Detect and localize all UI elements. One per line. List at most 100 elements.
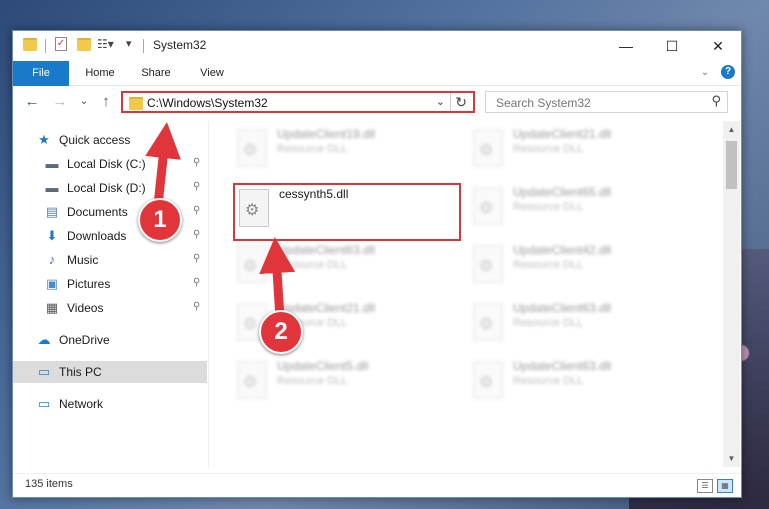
close-button[interactable]: ✕ [695, 31, 741, 61]
dll-file-icon [473, 303, 503, 341]
sidebar-item-music[interactable]: ♪ Music ⚲ [13, 249, 207, 271]
refresh-icon[interactable]: ↻ [455, 94, 467, 111]
file-type: Resource DLL [277, 143, 348, 155]
file-name: UpdateClient19.dll [277, 127, 376, 141]
back-button[interactable]: ← [23, 93, 41, 110]
document-icon: ▤ [45, 204, 59, 219]
recent-locations-button[interactable]: ⌄ [75, 94, 93, 107]
file-name: UpdateClient42.dll [513, 243, 612, 257]
pin-icon[interactable]: ⚲ [193, 253, 200, 264]
sidebar-item-label: Downloads [67, 229, 127, 243]
scroll-down-icon[interactable]: ▼ [723, 450, 740, 467]
vertical-scrollbar[interactable]: ▲ ▼ [723, 121, 740, 467]
file-type: Resource DLL [513, 201, 584, 213]
file-item[interactable]: UpdateClient63.dll Resource DLL [469, 357, 689, 407]
navigation-bar: ← → ⌄ ↑ C:\Windows\System32 ⌄ ↻ ⚲ [13, 86, 741, 118]
status-bar: 135 items ☰ ▦ [13, 473, 741, 498]
step-2-badge: 2 [259, 310, 303, 354]
cloud-icon: ☁ [37, 332, 51, 347]
sidebar-item-label: This PC [59, 365, 102, 379]
ribbon-tabs: File Home Share View ⌄ ? [13, 61, 741, 111]
dll-file-icon [473, 187, 503, 225]
sidebar-item-this-pc[interactable]: ▭ This PC [13, 361, 207, 383]
pictures-icon: ▣ [45, 276, 59, 291]
title-bar: ✓ ☷▾ ▾ System32 — ☐ ✕ [13, 31, 741, 61]
address-dropdown-icon[interactable]: ⌄ [436, 95, 445, 108]
expand-ribbon-icon[interactable]: ⌄ [695, 61, 715, 85]
search-input[interactable] [494, 93, 698, 113]
sidebar-item-quick-access[interactable]: ★ Quick access [13, 129, 207, 151]
file-name: cessynth5.dll [279, 187, 349, 201]
step-1-badge: 1 [138, 198, 182, 242]
sidebar-item-label: Network [59, 397, 104, 411]
file-explorer-window: ✓ ☷▾ ▾ System32 — ☐ ✕ File Home Share Vi… [12, 30, 742, 498]
tab-home[interactable]: Home [75, 61, 125, 85]
dll-file-icon [237, 361, 267, 399]
file-item[interactable]: UpdateClient19.dll Resource DLL [233, 125, 453, 175]
file-item[interactable]: UpdateClient42.dll Resource DLL [469, 241, 689, 291]
file-type: Resource DLL [277, 259, 348, 271]
file-item[interactable]: UpdateClient65.dll Resource DLL [469, 183, 689, 233]
dll-file-icon [237, 245, 267, 283]
file-item[interactable]: UpdateClient21.dll Resource DLL [469, 125, 689, 175]
file-name: UpdateClient21.dll [513, 127, 612, 141]
sidebar-item-label: Local Disk (D:) [67, 181, 146, 195]
drive-icon: ▬ [45, 156, 59, 171]
maximize-button[interactable]: ☐ [649, 31, 695, 61]
details-view-icon[interactable]: ☰ [697, 479, 713, 493]
sidebar-item-network[interactable]: ▭ Network [13, 393, 207, 415]
tab-view[interactable]: View [187, 61, 237, 85]
navigation-pane: ★ Quick access ▬ Local Disk (C:) ⚲ ▬ Local Dis… [13, 121, 209, 467]
new-folder-icon[interactable] [77, 38, 91, 54]
sidebar-item-videos[interactable]: ▦ Videos ⚲ [13, 297, 207, 319]
search-icon[interactable]: ⚲ [711, 93, 721, 109]
file-item-target[interactable]: cessynth5.dll [233, 183, 461, 241]
sidebar-item-label: Music [67, 253, 99, 267]
file-type: Resource DLL [513, 375, 584, 387]
file-item[interactable]: UpdateClient63.dll Resource DLL [469, 299, 689, 349]
file-type: Resource DLL [513, 259, 584, 271]
sidebar-item-label: Quick access [59, 133, 131, 147]
pin-icon[interactable]: ⚲ [193, 301, 200, 312]
toolbar-dropdown-icon[interactable]: ▾ [126, 37, 132, 53]
address-bar[interactable]: C:\Windows\System32 ⌄ ↻ [121, 91, 475, 113]
forward-button[interactable]: → [51, 93, 69, 110]
pin-icon[interactable]: ⚲ [193, 277, 200, 288]
star-icon: ★ [38, 132, 50, 147]
file-type: Resource DLL [513, 143, 584, 155]
address-path[interactable]: C:\Windows\System32 [147, 96, 268, 110]
file-type: Resource DLL [513, 317, 584, 329]
sidebar-item-local-disk-d[interactable]: ▬ Local Disk (D:) ⚲ [13, 177, 207, 199]
help-icon[interactable]: ? [721, 65, 735, 79]
properties-icon[interactable]: ✓ [55, 37, 67, 51]
drive-icon: ▬ [45, 180, 59, 195]
download-icon: ⬇ [46, 228, 58, 243]
sidebar-item-pictures[interactable]: ▣ Pictures ⚲ [13, 273, 207, 295]
up-button[interactable]: ↑ [97, 93, 115, 110]
file-name: UpdateClient63.dll [513, 359, 612, 373]
pin-icon[interactable]: ⚲ [193, 229, 200, 240]
network-icon: ▭ [37, 396, 51, 411]
large-icons-view-icon[interactable]: ▦ [717, 479, 733, 493]
scroll-up-icon[interactable]: ▲ [723, 121, 740, 138]
sidebar-item-local-disk-c[interactable]: ▬ Local Disk (C:) ⚲ [13, 153, 207, 175]
dll-file-icon [473, 245, 503, 283]
file-item[interactable]: UpdateClient63.dll Resource DLL [233, 241, 453, 291]
dll-file-icon [237, 129, 267, 167]
sidebar-item-onedrive[interactable]: ☁ OneDrive [13, 329, 207, 351]
file-name: UpdateClient5.dll [277, 359, 369, 373]
search-box[interactable]: ⚲ [485, 91, 728, 113]
file-item[interactable]: UpdateClient5.dll Resource DLL [233, 357, 453, 407]
pin-icon[interactable]: ⚲ [193, 181, 200, 192]
file-name: UpdateClient63.dll [277, 243, 376, 257]
minimize-button[interactable]: — [603, 31, 649, 61]
tab-share[interactable]: Share [131, 61, 181, 85]
divider [450, 93, 451, 111]
pin-icon[interactable]: ⚲ [193, 157, 200, 168]
dll-file-icon [473, 129, 503, 167]
sidebar-item-label: OneDrive [59, 333, 110, 347]
folder-icon [23, 38, 37, 54]
customize-toolbar-icon[interactable]: ☷▾ [97, 37, 114, 53]
pin-icon[interactable]: ⚲ [193, 205, 200, 216]
scroll-thumb[interactable] [726, 141, 737, 189]
